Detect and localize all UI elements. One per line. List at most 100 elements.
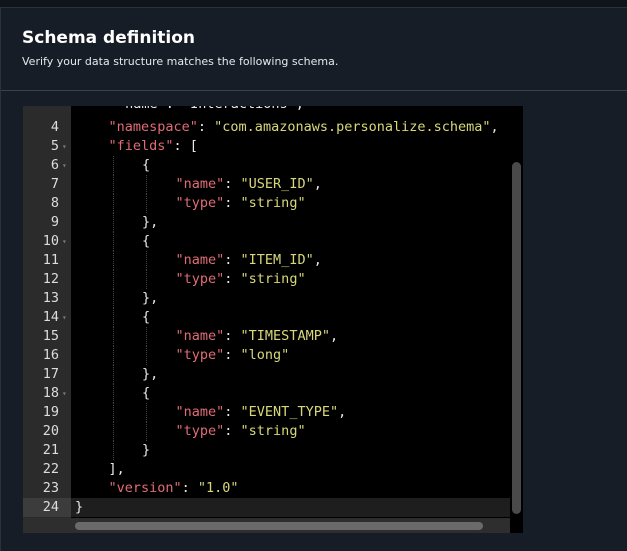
code-line: 18 ▾ {	[23, 384, 510, 403]
code-line: 20 "type": "string"	[23, 422, 510, 441]
json-punctuation: :	[224, 404, 241, 420]
code-line: 5 ▾ "fields": [	[23, 137, 510, 156]
indent-guide	[112, 270, 114, 289]
code-text: },	[142, 213, 158, 232]
indent-guide	[112, 194, 114, 213]
line-number: 16	[42, 347, 59, 363]
json-key: "namespace"	[108, 119, 198, 135]
code-line: 23 "version": "1.0"	[23, 479, 510, 498]
fold-toggle-icon[interactable]: ▾	[62, 308, 67, 327]
indent-guide	[112, 441, 114, 460]
schema-code-editor[interactable]: "name": "Interactions", 4 "namespace": "c…	[23, 106, 523, 533]
line-number: 20	[42, 423, 59, 439]
code-text: "type": "string"	[176, 422, 306, 441]
code-text: }	[142, 441, 150, 460]
code-line: 10 ▾ {	[23, 232, 510, 251]
json-string: "EVENT_TYPE"	[240, 404, 339, 420]
code-text: "type": "string"	[176, 270, 306, 289]
json-punctuation: {	[142, 157, 151, 173]
indent-guide	[112, 365, 114, 384]
indent-guide	[112, 156, 114, 175]
line-number: 24	[42, 499, 59, 515]
code-line: 22],	[23, 460, 510, 479]
json-punctuation: {	[142, 233, 151, 249]
json-key: "type"	[175, 195, 225, 211]
indent-guide	[112, 289, 114, 308]
json-key: "name"	[175, 404, 225, 420]
line-number: 10	[42, 233, 59, 249]
code-text: "name": "ITEM_ID",	[176, 251, 322, 270]
code-text: "name": "TIMESTAMP",	[176, 327, 339, 346]
code-text: {	[142, 384, 150, 403]
code-line: 14 ▾ {	[23, 308, 510, 327]
code-text: {	[142, 232, 150, 251]
json-string: "TIMESTAMP"	[240, 328, 330, 344]
json-punctuation: :	[197, 119, 215, 135]
code-line: 16 "type": "long"	[23, 346, 510, 365]
indent-guide	[112, 251, 114, 270]
line-number: 14	[42, 309, 59, 325]
code-text: "namespace": "com.amazonaws.personalize.…	[109, 118, 499, 137]
partial-code-line: "name": "Interactions",	[23, 106, 510, 114]
code-line: 11 "name": "ITEM_ID",	[23, 251, 510, 270]
json-punctuation: },	[142, 214, 159, 230]
json-key: "name"	[175, 176, 225, 192]
line-number: 21	[42, 442, 59, 458]
line-number: 5	[50, 138, 59, 154]
json-key: "fields"	[108, 138, 174, 154]
line-number: 9	[50, 214, 59, 230]
indent-guide	[112, 403, 114, 422]
code-line: 15 "name": "TIMESTAMP",	[23, 327, 510, 346]
indent-guide	[112, 308, 114, 327]
fold-toggle-icon[interactable]: ▾	[62, 232, 67, 251]
json-key: "version"	[108, 480, 182, 496]
panel-title: Schema definition	[22, 28, 196, 48]
json-punctuation: ,	[490, 119, 499, 135]
json-string: "long"	[240, 347, 290, 363]
json-string: "com.amazonaws.personalize.schema"	[214, 119, 491, 135]
partial-line-text: "name": "Interactions",	[117, 106, 304, 114]
horizontal-scrollbar-thumb[interactable]	[75, 522, 483, 530]
line-number: 12	[42, 271, 59, 287]
indent-guide	[146, 194, 147, 213]
code-line: 7 "name": "USER_ID",	[23, 175, 510, 194]
json-punctuation: ],	[108, 461, 125, 477]
indent-guide	[146, 346, 147, 365]
code-text: },	[142, 289, 158, 308]
scrollbar-corner	[510, 518, 523, 533]
indent-guide	[146, 403, 147, 422]
line-number: 7	[50, 176, 59, 192]
json-punctuation: :	[181, 480, 198, 496]
json-key: "type"	[175, 347, 225, 363]
json-punctuation: ,	[329, 328, 339, 344]
fold-toggle-icon[interactable]: ▾	[62, 137, 67, 156]
line-number: 17	[42, 366, 59, 382]
code-text: ],	[109, 460, 125, 479]
indent-guide	[112, 384, 114, 403]
indent-guide	[112, 175, 114, 194]
line-number: 6	[50, 157, 59, 173]
fold-toggle-icon[interactable]: ▾	[62, 384, 67, 403]
schema-definition-panel: Schema definition Verify your data struc…	[0, 7, 627, 551]
indent-guide	[112, 327, 114, 346]
code-text: "type": "long"	[176, 346, 290, 365]
json-string: "1.0"	[197, 480, 239, 496]
code-line: 24}	[23, 498, 510, 517]
vertical-scrollbar-thumb[interactable]	[512, 162, 521, 514]
code-line: 9},	[23, 213, 510, 232]
json-string: "USER_ID"	[240, 176, 314, 192]
code-text: "name": "EVENT_TYPE",	[176, 403, 347, 422]
code-text: "name": "USER_ID",	[176, 175, 322, 194]
code-text: }	[75, 498, 83, 517]
line-number: 18	[42, 385, 59, 401]
json-key: "name"	[175, 252, 225, 268]
code-text: },	[142, 365, 158, 384]
line-number: 22	[42, 461, 59, 477]
fold-toggle-icon[interactable]: ▾	[62, 156, 67, 175]
indent-guide	[146, 327, 147, 346]
indent-guide	[112, 346, 114, 365]
code-line: 19 "name": "EVENT_TYPE",	[23, 403, 510, 422]
code-line: 4 "namespace": "com.amazonaws.personalize…	[23, 118, 510, 137]
json-key: "name"	[175, 328, 225, 344]
code-line: 8 "type": "string"	[23, 194, 510, 213]
